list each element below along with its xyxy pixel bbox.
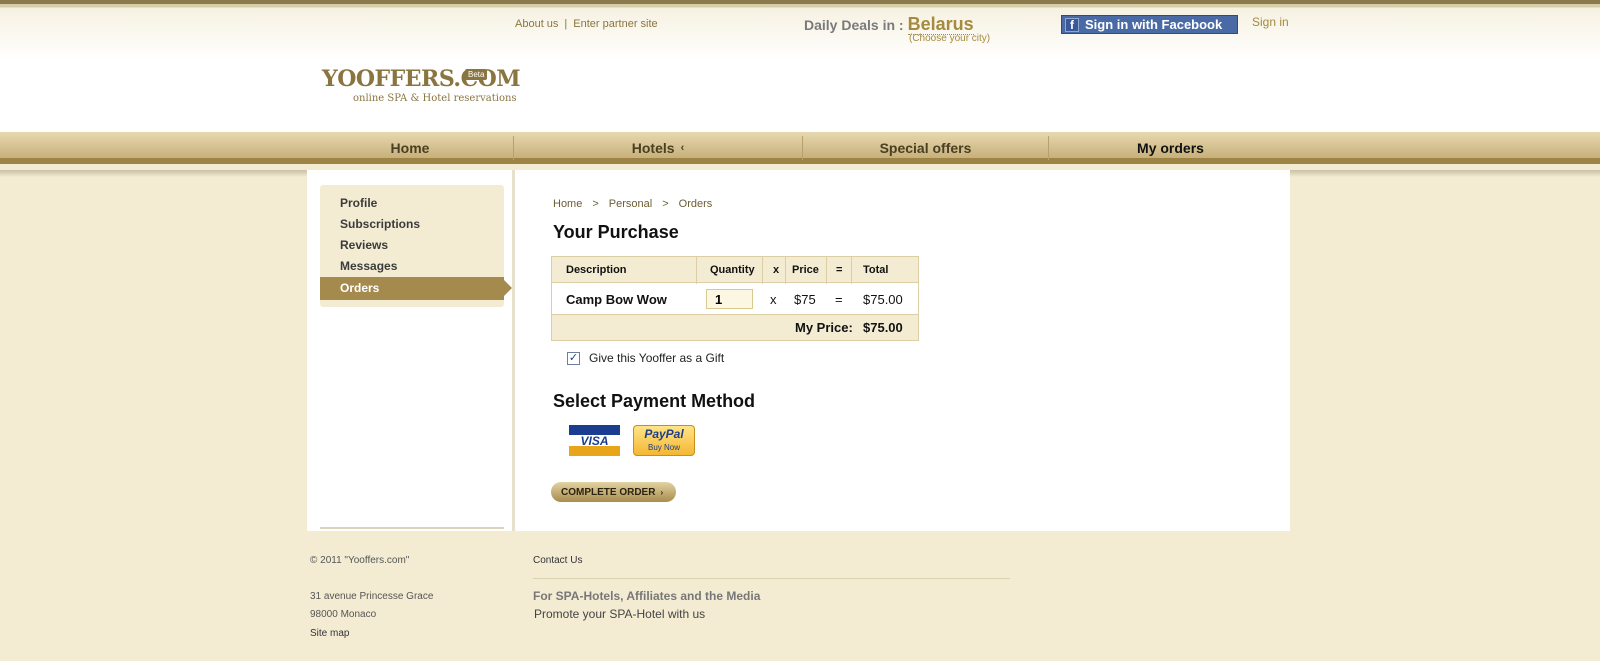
column-divider xyxy=(512,170,515,531)
site-logo[interactable]: YOOFFERS.COM xyxy=(322,66,521,92)
header-equals: = xyxy=(836,263,843,276)
nav-special-offers-label: Special offers xyxy=(879,140,972,156)
breadcrumb: Home > Personal > Orders xyxy=(553,198,712,210)
breadcrumb-orders: Orders xyxy=(678,198,713,210)
sign-in-link[interactable]: Sign in xyxy=(1252,15,1289,29)
footer-site-map-link[interactable]: Site map xyxy=(310,628,349,639)
item-description: Camp Bow Wow xyxy=(566,291,667,307)
item-price: $75 xyxy=(794,291,816,307)
gift-label: Give this Yooffer as a Gift xyxy=(589,351,725,365)
sidebar-divider xyxy=(320,527,504,529)
top-links-separator: | xyxy=(564,18,568,30)
sidebar-item-profile[interactable]: Profile xyxy=(340,196,377,210)
gift-checkbox[interactable]: ✓ xyxy=(567,351,580,365)
sidebar-item-orders[interactable]: Orders xyxy=(320,277,512,300)
gift-option[interactable]: ✓ Give this Yooffer as a Gift xyxy=(567,351,724,365)
footer-divider xyxy=(533,578,1010,579)
logo-beta-badge: Beta xyxy=(465,69,488,80)
complete-order-label: COMPLETE ORDER xyxy=(561,486,656,498)
purchase-table: Description Quantity x Price = Total Cam… xyxy=(551,256,919,341)
breadcrumb-separator: > xyxy=(662,198,669,210)
breadcrumb-home[interactable]: Home xyxy=(553,198,582,210)
breadcrumb-personal[interactable]: Personal xyxy=(609,198,652,210)
footer-promote-link[interactable]: Promote your SPA-Hotel with us xyxy=(534,607,705,621)
nav-home[interactable]: Home xyxy=(307,132,513,164)
logo-tagline: online SPA & Hotel reservations xyxy=(353,93,517,104)
complete-order-button[interactable]: COMPLETE ORDER › xyxy=(551,482,676,502)
header-band xyxy=(0,0,1600,132)
table-footer-row: My Price: $75.00 xyxy=(552,314,918,340)
table-header-row: Description Quantity x Price = Total xyxy=(552,257,918,283)
item-total: $75.00 xyxy=(863,291,903,307)
footer-contact-link[interactable]: Contact Us xyxy=(533,555,582,566)
header-price: Price xyxy=(792,263,819,276)
daily-deals: Daily Deals in : Belarus xyxy=(804,14,974,35)
quantity-input[interactable] xyxy=(706,289,753,309)
footer-copyright: © 2011 "Yooffers.com" xyxy=(310,555,410,566)
nav-hotels[interactable]: Hotels ‹ xyxy=(514,132,802,164)
paypal-payment-button[interactable]: PayPal Buy Now xyxy=(633,425,695,456)
partner-site-link[interactable]: Enter partner site xyxy=(573,18,657,30)
chevron-left-icon: ‹ xyxy=(680,142,685,154)
paypal-label: PayPal xyxy=(644,427,684,441)
nav-my-orders-label: My orders xyxy=(1137,140,1204,156)
sidebar-item-orders-label: Orders xyxy=(340,281,380,295)
page-title: Your Purchase xyxy=(553,222,679,242)
quantity-cell xyxy=(706,284,753,314)
header-description: Description xyxy=(566,263,627,276)
facebook-signin-button[interactable]: f Sign in with Facebook xyxy=(1061,15,1238,34)
footer-address-line2: 98000 Monaco xyxy=(310,609,377,620)
visa-label: VISA xyxy=(580,433,609,448)
choose-city-link[interactable]: (Choose your city) xyxy=(909,33,990,44)
visa-payment-button[interactable]: VISA xyxy=(569,425,620,456)
facebook-signin-label: Sign in with Facebook xyxy=(1085,17,1223,32)
breadcrumb-separator: > xyxy=(592,198,599,210)
sidebar-item-messages[interactable]: Messages xyxy=(340,259,397,273)
footer-address-line1: 31 avenue Princesse Grace xyxy=(310,591,434,602)
daily-deals-label: Daily Deals in : xyxy=(804,17,904,33)
main-nav: Home Hotels ‹ Special offers My orders xyxy=(0,132,1600,164)
footer-partners-heading: For SPA-Hotels, Affiliates and the Media xyxy=(533,589,761,603)
table-row: Camp Bow Wow x $75 = $75.00 xyxy=(552,284,918,314)
nav-my-orders[interactable]: My orders xyxy=(1049,132,1292,164)
header-total: Total xyxy=(863,263,889,276)
nav-hotels-label: Hotels xyxy=(631,140,675,156)
my-price-value: $75.00 xyxy=(863,320,903,335)
facebook-icon: f xyxy=(1065,17,1079,32)
payment-title: Select Payment Method xyxy=(553,391,756,411)
sidebar-item-subscriptions[interactable]: Subscriptions xyxy=(340,217,420,231)
country-selector[interactable]: Belarus xyxy=(907,14,974,35)
my-price-label: My Price: xyxy=(795,320,853,335)
header-quantity: Quantity xyxy=(710,263,755,276)
nav-home-label: Home xyxy=(390,140,430,156)
row-times: x xyxy=(770,291,777,307)
paypal-buy-now-label: Buy Now xyxy=(647,443,680,452)
about-us-link[interactable]: About us xyxy=(515,18,558,30)
header-times: x xyxy=(773,263,780,276)
top-links: About us | Enter partner site xyxy=(515,18,664,30)
nav-special-offers[interactable]: Special offers xyxy=(803,132,1048,164)
row-equals: = xyxy=(835,291,843,307)
sidebar-item-reviews[interactable]: Reviews xyxy=(340,238,388,252)
chevron-right-icon: › xyxy=(660,487,664,497)
